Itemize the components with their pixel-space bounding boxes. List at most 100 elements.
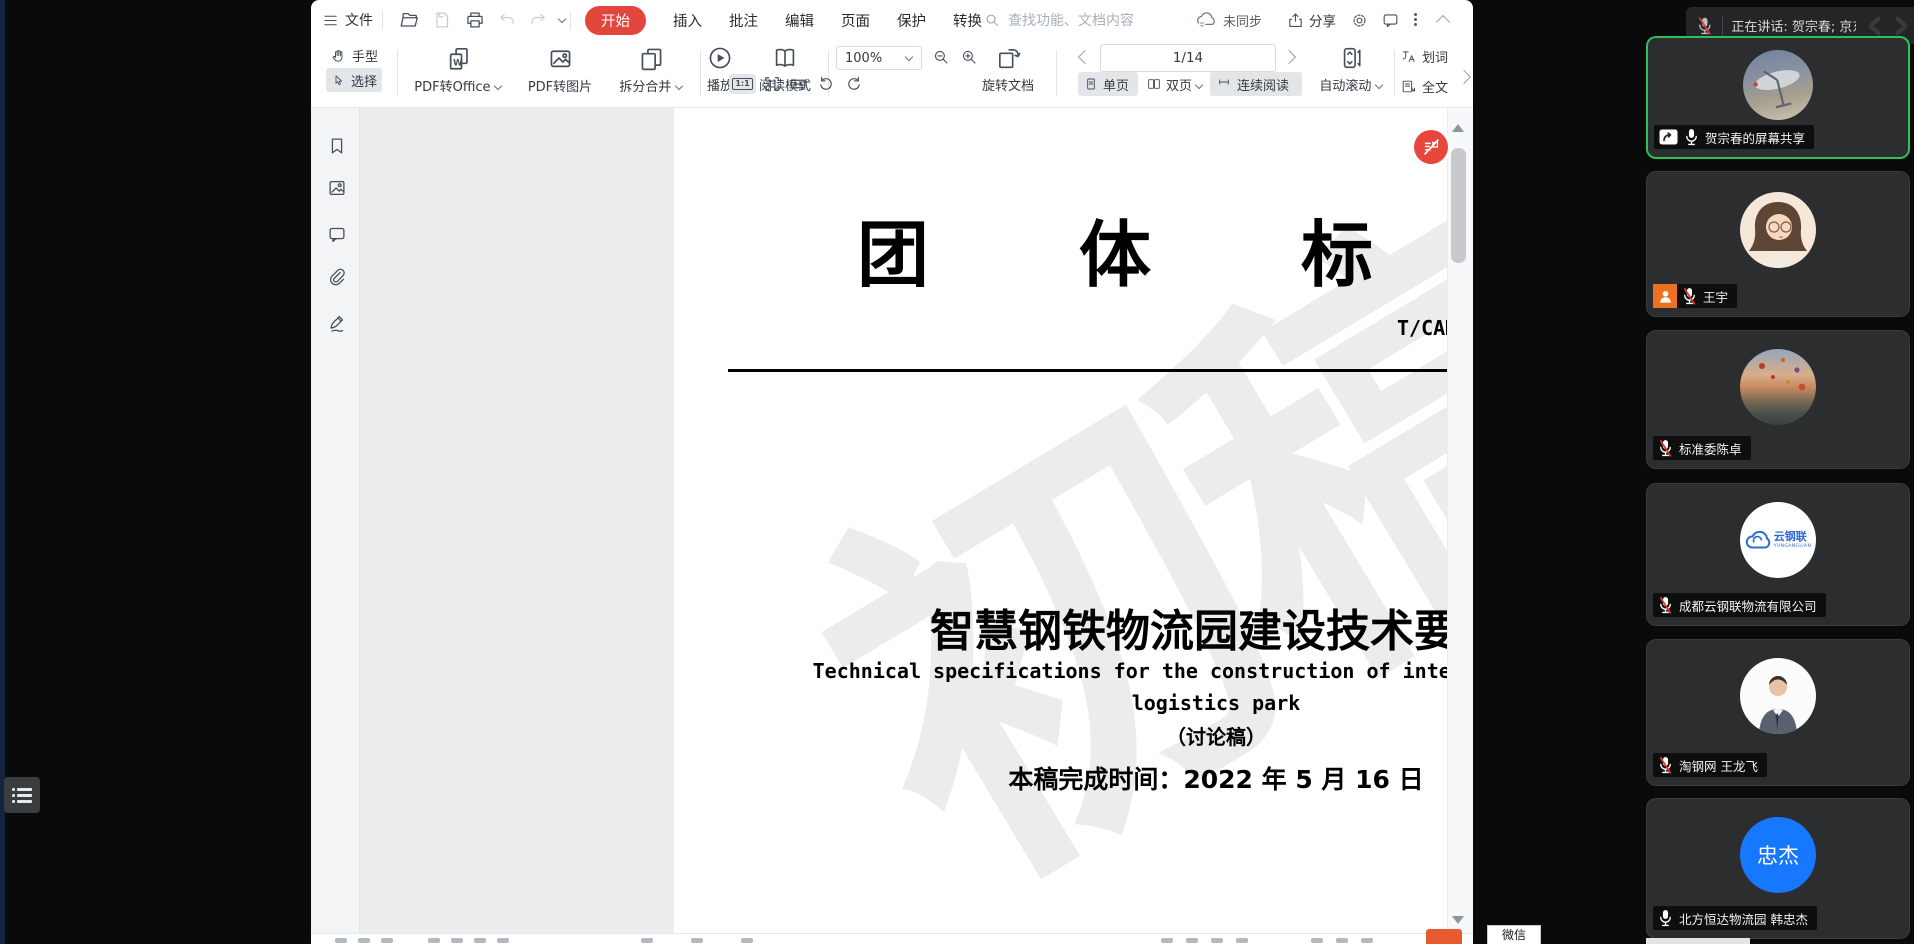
participant-name: 王宇: [1703, 287, 1728, 306]
statusbar-icon[interactable]: [474, 938, 486, 943]
participant-tile[interactable]: 淘钢网 王龙飞: [1646, 639, 1910, 786]
read-mode-icon: [771, 44, 799, 72]
auto-scroll-button[interactable]: 自动滚动: [1314, 44, 1388, 94]
split-merge-button[interactable]: 拆分合并: [609, 44, 693, 95]
share-button[interactable]: 分享: [1286, 10, 1336, 30]
statusbar-icon[interactable]: [497, 938, 509, 943]
tab-page[interactable]: 页面: [841, 10, 870, 31]
zoom-level-value: 100%: [845, 51, 882, 66]
participant-tile[interactable]: 云钢联 YUNGANGLIAN 成都云钢联物流有限公司: [1646, 483, 1910, 626]
statusbar-icon[interactable]: [358, 938, 370, 943]
tab-insert[interactable]: 插入: [673, 10, 702, 31]
chat-feedback-icon[interactable]: [1381, 11, 1400, 30]
zoom-out-icon[interactable]: [932, 48, 951, 67]
scrollbar-thumb[interactable]: [1451, 148, 1466, 263]
avatar: [1740, 349, 1816, 425]
tab-home[interactable]: 开始: [585, 6, 646, 35]
split-merge-icon: [637, 44, 666, 73]
double-page-button[interactable]: 双页: [1142, 72, 1208, 96]
rotate-doc-button[interactable]: 旋转文档: [973, 44, 1043, 94]
share-icon: [1286, 11, 1305, 30]
statusbar-icon[interactable]: [451, 938, 463, 943]
statusbar-icon[interactable]: [641, 938, 653, 943]
participant-name: 淘钢网 王龙飞: [1679, 756, 1758, 775]
meeting-back-icon[interactable]: [1862, 13, 1888, 39]
actual-size-label: 1:1: [732, 78, 752, 90]
statusbar-icon[interactable]: [381, 938, 393, 943]
statusbar-icon[interactable]: [428, 938, 440, 943]
search-box[interactable]: 查找功能、文档内容: [984, 10, 1134, 30]
fulltext-translate-button[interactable]: 全文: [1400, 77, 1448, 96]
taskbar-app-icon[interactable]: [1426, 929, 1462, 944]
rotate-cw-icon[interactable]: [844, 74, 864, 94]
print-icon[interactable]: [464, 9, 486, 31]
rotate-ccw-icon[interactable]: [816, 74, 836, 94]
pdf-to-image-button[interactable]: PDF转图片: [515, 44, 605, 95]
statusbar-icon[interactable]: [1336, 938, 1348, 943]
statusbar-icon[interactable]: [1311, 938, 1323, 943]
mic-muted-icon: [1658, 756, 1673, 775]
single-page-button[interactable]: 单页: [1078, 72, 1138, 96]
split-merge-label: 拆分合并: [619, 76, 682, 95]
participant-tile[interactable]: 标准委陈卓: [1646, 330, 1910, 469]
outline-panel-button[interactable]: [4, 777, 40, 813]
tab-protect[interactable]: 保护: [897, 10, 926, 31]
statusbar-icon[interactable]: [691, 938, 703, 943]
statusbar-icon[interactable]: [741, 938, 753, 943]
fit-page-icon[interactable]: [762, 74, 782, 94]
actual-size-button[interactable]: 1:1: [729, 74, 756, 94]
quickbar-dropdown-icon[interactable]: [559, 15, 566, 22]
settings-gear-icon[interactable]: [1350, 11, 1369, 30]
hand-tool-label: 手型: [352, 46, 378, 65]
image-panel-icon[interactable]: [326, 177, 348, 199]
continuous-read-button[interactable]: 连续阅读: [1210, 72, 1302, 96]
prev-page-icon[interactable]: [1078, 50, 1092, 64]
document-title-en-line1: Technical specifications for the constru…: [674, 659, 1473, 683]
completion-date: 本稿完成时间：2022 年 5 月 16 日: [674, 760, 1473, 796]
read-mode-button[interactable]: 阅读模式: [748, 44, 822, 94]
comment-panel-icon[interactable]: [326, 223, 348, 245]
tab-comment[interactable]: 批注: [729, 10, 758, 31]
toolbar-expand-icon[interactable]: [1457, 70, 1471, 84]
participant-tile[interactable]: 王宇: [1646, 171, 1910, 317]
collapse-ribbon-icon[interactable]: [1436, 15, 1450, 29]
statusbar-icon[interactable]: [1361, 938, 1373, 943]
signature-icon[interactable]: [326, 312, 348, 334]
undo-icon[interactable]: [497, 10, 517, 30]
statusbar-icon[interactable]: [1186, 938, 1198, 943]
participant-tile[interactable]: 贺宗春的屏幕共享: [1646, 36, 1910, 159]
pdf-to-office-button[interactable]: W PDF转Office: [410, 44, 506, 95]
pdf-to-office-label: PDF转Office: [414, 76, 501, 95]
file-menu[interactable]: 文件: [322, 10, 373, 30]
statusbar-icon[interactable]: [1161, 938, 1173, 943]
page-indicator-box[interactable]: 1/14: [1100, 44, 1276, 72]
attachment-icon[interactable]: [326, 266, 348, 288]
tab-edit[interactable]: 编辑: [785, 10, 814, 31]
next-page-icon[interactable]: [1282, 50, 1296, 64]
open-file-icon[interactable]: [398, 9, 420, 31]
more-menu-icon[interactable]: [1414, 11, 1418, 28]
edit-restricted-badge[interactable]: [1414, 130, 1448, 164]
mic-muted-icon: [1658, 439, 1673, 458]
select-tool[interactable]: 选择: [326, 68, 382, 92]
tab-convert[interactable]: 转换: [953, 10, 982, 31]
hand-tool[interactable]: 手型: [330, 46, 378, 65]
ribbon-tabs: 开始 插入 批注 编辑 页面 保护 转换: [585, 6, 982, 34]
meeting-forward-icon[interactable]: [1888, 13, 1914, 39]
wechat-tooltip: 微信: [1487, 925, 1541, 944]
bookmark-icon[interactable]: [326, 135, 348, 157]
sync-status[interactable]: 未同步: [1194, 9, 1262, 31]
save-icon[interactable]: [431, 9, 453, 31]
fit-width-icon[interactable]: [788, 74, 808, 94]
mic-on-icon: [1658, 909, 1673, 928]
document-title-en-line2: logistics park: [674, 691, 1473, 715]
statusbar-icon[interactable]: [335, 938, 347, 943]
scroll-up-icon[interactable]: [1452, 124, 1464, 132]
participant-tile[interactable]: 忠杰 北方恒达物流园 韩忠杰: [1646, 798, 1910, 939]
redo-icon[interactable]: [528, 10, 548, 30]
scroll-down-icon[interactable]: [1452, 916, 1464, 924]
word-translate-button[interactable]: 划词: [1400, 47, 1448, 66]
statusbar-icon[interactable]: [1236, 938, 1248, 943]
statusbar-icon[interactable]: [1211, 938, 1223, 943]
zoom-level-select[interactable]: 100%: [836, 46, 922, 70]
